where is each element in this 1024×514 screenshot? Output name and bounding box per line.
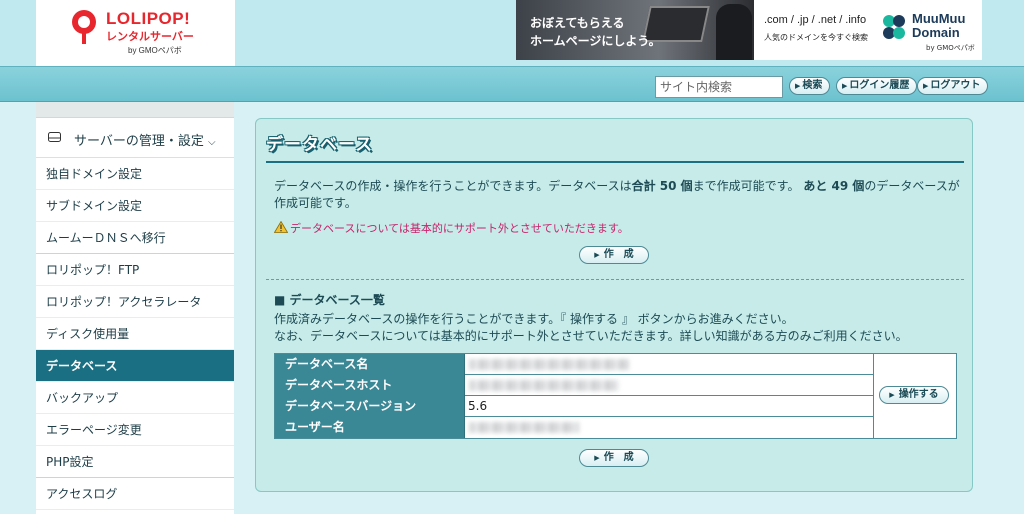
row-label: ユーザー名	[275, 417, 465, 438]
table-row: ユーザー名	[275, 417, 873, 438]
create-database-button-bottom[interactable]: ▶ 作 成	[579, 449, 649, 467]
triangle-right-icon: ▶	[889, 391, 895, 399]
redacted-value	[469, 359, 629, 370]
chevron-down-icon: ⌵	[208, 137, 216, 148]
logo-by: by GMOペパボ	[128, 46, 182, 55]
sidebar-item-custom-domain[interactable]: 独自ドメイン設定	[36, 158, 234, 190]
sidebar-section-label: サーバーの管理・設定 ⌵	[74, 130, 216, 149]
search-button-label: 検索	[802, 80, 823, 91]
banner-line-1: おぼえてもらえる	[530, 16, 625, 30]
triangle-right-icon: ▶	[842, 82, 848, 90]
muumuu-brand-line1: MuuMuu	[912, 11, 966, 26]
create-button-bottom-label: 作 成	[603, 452, 634, 463]
server-icon	[48, 132, 61, 145]
intro-part1: データベースの作成・操作を行うことができます。データベースは	[274, 179, 632, 193]
sidebar-item-disk-usage[interactable]: ディスク使用量	[36, 318, 234, 350]
logo-text: LOLIPOP!	[106, 9, 191, 28]
sidebar-item-backup[interactable]: バックアップ	[36, 382, 234, 414]
domain-list: .com / .jp / .net / .info	[764, 14, 867, 26]
create-database-button[interactable]: ▶ 作 成	[579, 246, 649, 264]
intro-text: データベースの作成・操作を行うことができます。データベースは合計 50 個まで作…	[274, 178, 964, 212]
intro-remaining: あと 49 個	[803, 179, 865, 193]
muumuu-brand-line2: Domain	[912, 25, 960, 40]
create-button-label: 作 成	[603, 249, 634, 260]
operate-button-label: 操作する	[898, 389, 939, 400]
redacted-value	[469, 380, 619, 391]
table-row: データベースホスト	[275, 375, 873, 396]
domain-catchcopy: 人気のドメインを今すぐ検索	[764, 33, 868, 42]
title-divider	[266, 161, 964, 163]
muumuu-logo-icon	[883, 15, 905, 39]
logout-button[interactable]: ▶ ログアウト	[917, 77, 989, 95]
row-label: データベースバージョン	[275, 396, 465, 417]
sidebar-item-error-page[interactable]: エラーページ変更	[36, 414, 234, 446]
sidebar-item-ftp[interactable]: ロリポップ！FTP	[36, 254, 234, 286]
triangle-right-icon: ▶	[594, 454, 600, 462]
sidebar-item-database[interactable]: データベース	[36, 350, 234, 382]
triangle-right-icon: ▶	[795, 82, 801, 90]
username-value	[465, 417, 873, 438]
muumuu-domain-ad[interactable]: .com / .jp / .net / .info 人気のドメインを今すぐ検索 …	[754, 0, 982, 60]
database-name-value	[465, 354, 873, 375]
triangle-right-icon: ▶	[594, 251, 600, 259]
sidebar-section-server-management[interactable]: サーバーの管理・設定 ⌵	[36, 118, 234, 158]
homepage-banner-ad[interactable]: おぼえてもらえる ホームページにしよう。	[516, 0, 754, 60]
logo-subtitle: レンタルサーバー	[106, 30, 194, 43]
login-history-button[interactable]: ▶ ログイン履歴	[836, 77, 918, 95]
sidebar-item-accelerator[interactable]: ロリポップ！アクセラレータ	[36, 286, 234, 318]
person-image	[716, 4, 752, 60]
search-button[interactable]: ▶ 検索	[789, 77, 831, 95]
database-list-heading: ■ データベース一覧	[274, 293, 385, 307]
warning-icon	[274, 221, 288, 233]
database-table: データベース名 データベースホスト データベースバージョン 5.6 ユーザー名 …	[274, 353, 957, 439]
lolipop-logo[interactable]: LOLIPOP! レンタルサーバー by GMOペパボ	[36, 0, 236, 66]
sidebar: サーバーの管理・設定 ⌵ 独自ドメイン設定 サブドメイン設定 ムームーＤＮＳへ移…	[36, 102, 234, 514]
sidebar-item-access-log[interactable]: アクセスログ	[36, 478, 234, 510]
intro-total: 合計 50 個	[631, 179, 693, 193]
top-toolbar: ▶検索 ▶ログイン履歴 ▶ログアウト	[0, 66, 1024, 102]
triangle-right-icon: ▶	[923, 82, 929, 90]
lolipop-logo-icon	[72, 10, 96, 44]
operate-cell: ▶ 操作する	[873, 354, 956, 438]
login-history-button-label: ログイン履歴	[849, 80, 910, 91]
sidebar-section-text: サーバーの管理・設定	[74, 134, 204, 149]
sidebar-item-subdomain[interactable]: サブドメイン設定	[36, 190, 234, 222]
section-divider	[266, 279, 964, 280]
redacted-value	[469, 422, 579, 433]
muumuu-brand: MuuMuu Domain	[912, 12, 965, 40]
database-version-value: 5.6	[468, 399, 488, 413]
intro-part2: まで作成可能です。	[692, 179, 800, 193]
database-list-description: 作成済みデータベースの操作を行うことができます。『 操作する 』 ボタンからお進…	[274, 311, 964, 345]
row-label: データベースホスト	[275, 375, 465, 396]
muumuu-by: by GMOペパボ	[926, 44, 975, 52]
sidebar-item-muumuu-dns[interactable]: ムームーＤＮＳへ移行	[36, 222, 234, 254]
list-desc-line2: なお、データベースについては基本的にサポート外とさせていただきます。詳しい知識が…	[274, 329, 908, 343]
site-search-input[interactable]	[655, 76, 783, 98]
warning-text: データベースについては基本的にサポート外とさせていただきます。	[290, 222, 629, 235]
table-row: データベース名	[275, 354, 873, 375]
page-title: データベース	[266, 135, 374, 155]
support-warning: データベースについては基本的にサポート外とさせていただきます。	[274, 220, 629, 236]
list-desc-line1: 作成済みデータベースの操作を行うことができます。『 操作する 』 ボタンからお進…	[274, 312, 794, 326]
logout-button-label: ログアウト	[930, 80, 981, 91]
database-host-value	[465, 375, 873, 396]
database-panel: データベース データベースの作成・操作を行うことができます。データベースは合計 …	[255, 118, 973, 492]
row-label: データベース名	[275, 354, 465, 375]
banner-line-2: ホームページにしよう。	[530, 34, 661, 48]
operate-button[interactable]: ▶ 操作する	[879, 386, 949, 404]
table-row: データベースバージョン 5.6	[275, 396, 873, 417]
site-header: LOLIPOP! レンタルサーバー by GMOペパボ おぼえてもらえる ホーム…	[0, 0, 1024, 66]
sidebar-item-php-settings[interactable]: PHP設定	[36, 446, 234, 478]
sidebar-header-strip	[36, 102, 234, 118]
